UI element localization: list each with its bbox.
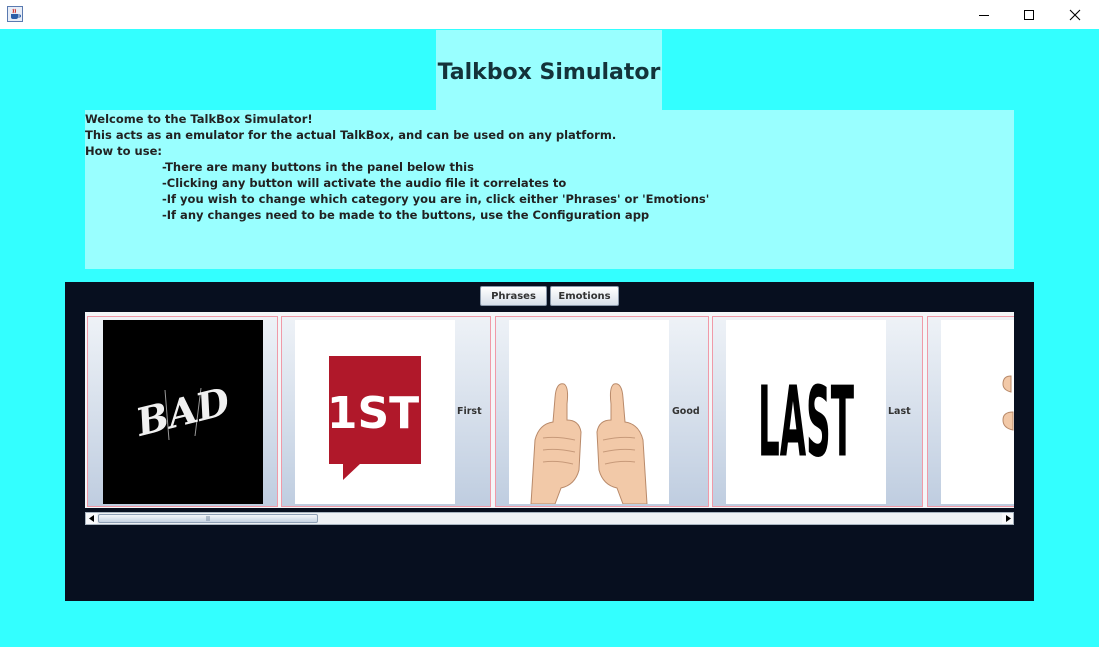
scroll-right-icon <box>1005 515 1011 522</box>
maximize-icon <box>1024 9 1034 20</box>
minimize-button[interactable] <box>961 0 1007 29</box>
bad-logo-text: BAD <box>131 378 235 445</box>
phrases-tab-button[interactable]: Phrases <box>480 286 547 306</box>
talkbox-button-good[interactable]: Good <box>495 316 709 507</box>
scroll-left-button[interactable] <box>86 513 97 524</box>
page-title: Talkbox Simulator <box>437 60 661 85</box>
scroll-left-icon <box>88 515 94 522</box>
maximize-button[interactable] <box>1006 0 1052 29</box>
instruction-line: -If you wish to change which category yo… <box>162 192 710 206</box>
welcome-line: Welcome to the TalkBox Simulator! <box>85 112 313 126</box>
close-icon <box>1069 9 1081 20</box>
talkbox-button-bad[interactable]: BAD <box>87 316 278 507</box>
button-label-last: Last <box>888 406 911 417</box>
grip-icon <box>206 516 210 521</box>
talkbox-buttons-scrollpane: BAD 1ST First Good LAST Last <box>85 312 1014 508</box>
last-text: LAST <box>758 365 854 478</box>
talkbox-button-last[interactable]: LAST Last <box>712 316 923 507</box>
thumbs-up-image <box>509 320 669 504</box>
scrollbar-thumb[interactable] <box>98 514 318 523</box>
last-text-image: LAST <box>726 320 886 504</box>
emotions-tab-button[interactable]: Emotions <box>550 286 619 306</box>
first-badge-text: 1ST <box>327 388 419 439</box>
welcome-panel: Welcome to the TalkBox Simulator! This a… <box>85 110 1014 269</box>
instruction-line: -Clicking any button will activate the a… <box>162 176 567 190</box>
first-badge-image: 1ST <box>295 320 455 504</box>
minimize-icon <box>979 14 989 16</box>
button-label-good: Good <box>672 406 700 417</box>
instruction-line: -There are many buttons in the panel bel… <box>162 160 474 174</box>
partial-image <box>941 320 1014 504</box>
welcome-line: This acts as an emulator for the actual … <box>85 128 617 142</box>
app-client-area: Talkbox Simulator Welcome to the TalkBox… <box>0 29 1099 647</box>
scroll-right-button[interactable] <box>1002 513 1013 524</box>
button-label-first: First <box>457 406 482 417</box>
instruction-line: -If any changes need to be made to the b… <box>162 208 650 222</box>
talkbox-button-first[interactable]: 1ST First <box>281 316 491 507</box>
talkbox-button-partial[interactable] <box>927 316 1014 507</box>
button-panel: Phrases Emotions BAD 1ST First Good LAST… <box>65 282 1034 601</box>
java-cup-icon <box>7 6 23 22</box>
window-titlebar <box>0 0 1099 29</box>
bad-logo-image: BAD <box>103 320 263 504</box>
title-panel: Talkbox Simulator <box>436 30 662 110</box>
welcome-line: How to use: <box>85 144 162 158</box>
horizontal-scrollbar[interactable] <box>85 512 1014 525</box>
close-button[interactable] <box>1052 0 1098 29</box>
